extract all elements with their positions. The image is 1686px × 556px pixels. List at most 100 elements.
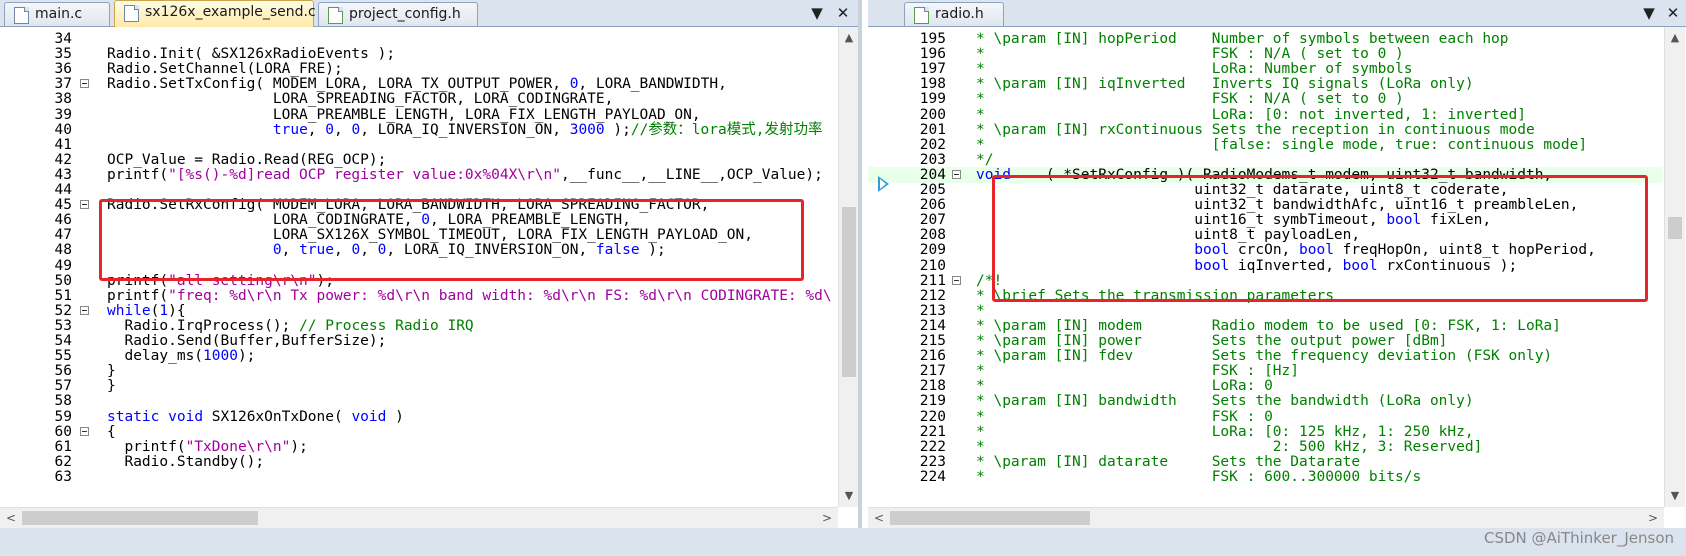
watermark: CSDN @AiThinker_Jenson	[1483, 529, 1674, 547]
code-line[interactable]: 215 * \param [IN] power Sets the output p…	[868, 333, 1662, 349]
code-line[interactable]: 52 while(1){	[0, 303, 838, 319]
close-tab-icon[interactable]: ✕	[834, 4, 852, 22]
code-line[interactable]: 198 * \param [IN] iqInverted Inverts IQ s…	[868, 76, 1662, 92]
code-text: printf("[%s()-%d]read OCP register value…	[107, 166, 823, 183]
code-line[interactable]: 53 Radio.IrqProcess(); // Process Radio …	[0, 318, 838, 334]
line-number: 40	[54, 121, 72, 138]
code-line[interactable]: 55 delay_ms(1000);	[0, 348, 838, 364]
code-line[interactable]: 201 * \param [IN] rxContinuous Sets the r…	[868, 122, 1662, 138]
code-line[interactable]: 42 OCP_Value = Radio.Read(REG_OCP);	[0, 152, 838, 168]
scroll-up-icon[interactable]: ▲	[839, 29, 858, 47]
fold-toggle-icon[interactable]	[80, 200, 89, 210]
code-line[interactable]: 61 printf("TxDone\r\n");	[0, 439, 838, 455]
code-line[interactable]: 39 LORA_PREAMBLE_LENGTH, LORA_FIX_LENGTH…	[0, 107, 838, 123]
code-line[interactable]: 38 LORA_SPREADING_FACTOR, LORA_CODINGRAT…	[0, 91, 838, 107]
code-line[interactable]: 200 * LoRa: [0: not inverted, 1: inverted…	[868, 107, 1662, 123]
scroll-down-icon[interactable]: ▼	[1665, 487, 1685, 505]
code-line[interactable]: 220 * FSK : 0	[868, 409, 1662, 425]
line-number: 213	[919, 302, 946, 319]
code-text: Radio.SetChannel(LORA_FRE);	[107, 61, 343, 78]
fold-toggle-icon[interactable]	[80, 305, 89, 315]
code-text: Radio.Init( &SX126xRadioEvents );	[107, 46, 396, 63]
line-number: 216	[919, 348, 946, 365]
code-line[interactable]: 56}	[0, 363, 838, 379]
code-line[interactable]: 57}	[0, 378, 838, 394]
scroll-down-icon[interactable]: ▼	[839, 487, 858, 505]
fold-toggle-icon[interactable]	[80, 79, 89, 89]
fold-toggle-icon[interactable]	[80, 426, 89, 436]
tab-main-c[interactable]: main.c	[4, 2, 110, 26]
scroll-right-icon[interactable]: >	[1644, 508, 1662, 528]
fold-toggle-icon[interactable]	[952, 275, 961, 285]
code-line[interactable]: 58	[0, 393, 838, 409]
close-tab-icon[interactable]: ✕	[1664, 4, 1682, 22]
code-line[interactable]: 199 * FSK : N/A ( set to 0 )	[868, 91, 1662, 107]
code-line[interactable]: 223 * \param [IN] datarate Sets the Datar…	[868, 454, 1662, 470]
code-line[interactable]: 54 Radio.Send(Buffer,BufferSize);	[0, 333, 838, 349]
scroll-right-icon[interactable]: >	[818, 508, 836, 528]
line-number: 48	[54, 242, 72, 259]
code-text: }	[107, 363, 116, 380]
code-line[interactable]: 196 * FSK : N/A ( set to 0 )	[868, 46, 1662, 62]
code-line[interactable]: 222 * 2: 500 kHz, 3: Reserved]	[868, 439, 1662, 455]
code-text: * FSK : 0	[976, 408, 1273, 425]
code-line[interactable]: 218 * LoRa: 0	[868, 378, 1662, 394]
code-line[interactable]: 36 Radio.SetChannel(LORA_FRE);	[0, 61, 838, 77]
code-line[interactable]: 217 * FSK : [Hz]	[868, 363, 1662, 379]
code-line[interactable]: 203 */	[868, 152, 1662, 168]
code-line[interactable]: 63	[0, 469, 838, 485]
code-line[interactable]: 35 Radio.Init( &SX126xRadioEvents );	[0, 46, 838, 62]
code-line[interactable]: 37 Radio.SetTxConfig( MODEM_LORA, LORA_TX…	[0, 76, 838, 92]
code-text: OCP_Value = Radio.Read(REG_OCP);	[107, 151, 387, 168]
scrollbar-thumb[interactable]	[842, 207, 856, 377]
line-number: 212	[919, 287, 946, 304]
tab-list-dropdown-icon[interactable]: ▼	[808, 4, 826, 22]
scrollbar-thumb[interactable]	[1668, 217, 1682, 239]
code-line[interactable]: 216 * \param [IN] fdev Sets the frequency…	[868, 348, 1662, 364]
line-number: 62	[54, 453, 72, 470]
scrollbar-thumb[interactable]	[890, 511, 1090, 525]
code-line[interactable]: 219 * \param [IN] bandwidth Sets the band…	[868, 393, 1662, 409]
code-line[interactable]: 40 true, 0, 0, LORA_IQ_INVERSION_ON, 300…	[0, 122, 838, 138]
line-number: 46	[54, 212, 72, 229]
code-text: Radio.Standby();	[107, 453, 265, 470]
line-number: 37	[54, 76, 72, 93]
code-line[interactable]: 213 *	[868, 303, 1662, 319]
code-text: }	[107, 378, 116, 395]
code-line[interactable]: 195 * \param [IN] hopPeriod Number of sym…	[868, 31, 1662, 47]
line-number: 211	[919, 272, 946, 289]
code-line[interactable]: 224 * FSK : 600..300000 bits/s	[868, 469, 1662, 485]
scrollbar-thumb[interactable]	[22, 511, 258, 525]
left-horizontal-scrollbar[interactable]: < >	[0, 507, 838, 528]
right-horizontal-scrollbar[interactable]: < >	[868, 507, 1664, 528]
right-vertical-scrollbar[interactable]: ▲ ▼	[1664, 27, 1685, 507]
code-line[interactable]: 60 {	[0, 424, 838, 440]
code-line[interactable]: 59 static void SX126xOnTxDone( void )	[0, 409, 838, 425]
code-text: * LoRa: [0: not inverted, 1: inverted]	[976, 106, 1526, 123]
code-text: * LoRa: [0: 125 kHz, 1: 250 kHz,	[976, 423, 1474, 440]
code-line[interactable]: 214 * \param [IN] modem Radio modem to be…	[868, 318, 1662, 334]
code-line[interactable]: 43 printf("[%s()-%d]read OCP register val…	[0, 167, 838, 183]
line-number: 56	[54, 363, 72, 380]
code-line[interactable]: 51 printf("freq: %d\r\n Tx power: %d\r\n …	[0, 288, 838, 304]
tab-project-config-h[interactable]: project_config.h	[318, 2, 478, 26]
code-line[interactable]: 34	[0, 31, 838, 47]
scroll-left-icon[interactable]: <	[870, 508, 888, 528]
scroll-left-icon[interactable]: <	[2, 508, 20, 528]
left-tab-bar: main.c sx126x_example_send.c project_con…	[0, 0, 858, 27]
scroll-up-icon[interactable]: ▲	[1665, 29, 1685, 47]
code-line[interactable]: 197 * LoRa: Number of symbols	[868, 61, 1662, 77]
setrxconfig-call-highlight	[99, 199, 804, 281]
tab-sx126x-example-send-c[interactable]: sx126x_example_send.c	[114, 0, 316, 27]
code-line[interactable]: 41	[0, 137, 838, 153]
code-line[interactable]: 62 Radio.Standby();	[0, 454, 838, 470]
code-line[interactable]: 202 * [false: single mode, true: continuo…	[868, 137, 1662, 153]
fold-toggle-icon[interactable]	[952, 169, 961, 179]
code-line[interactable]: 44	[0, 182, 838, 198]
code-text: */	[976, 151, 994, 168]
code-line[interactable]: 221 * LoRa: [0: 125 kHz, 1: 250 kHz,	[868, 424, 1662, 440]
left-vertical-scrollbar[interactable]: ▲ ▼	[838, 27, 858, 507]
tab-list-dropdown-icon[interactable]: ▼	[1640, 4, 1658, 22]
tab-radio-h[interactable]: radio.h	[904, 2, 1004, 26]
code-text: * \param [IN] rxContinuous Sets the rece…	[976, 121, 1535, 138]
